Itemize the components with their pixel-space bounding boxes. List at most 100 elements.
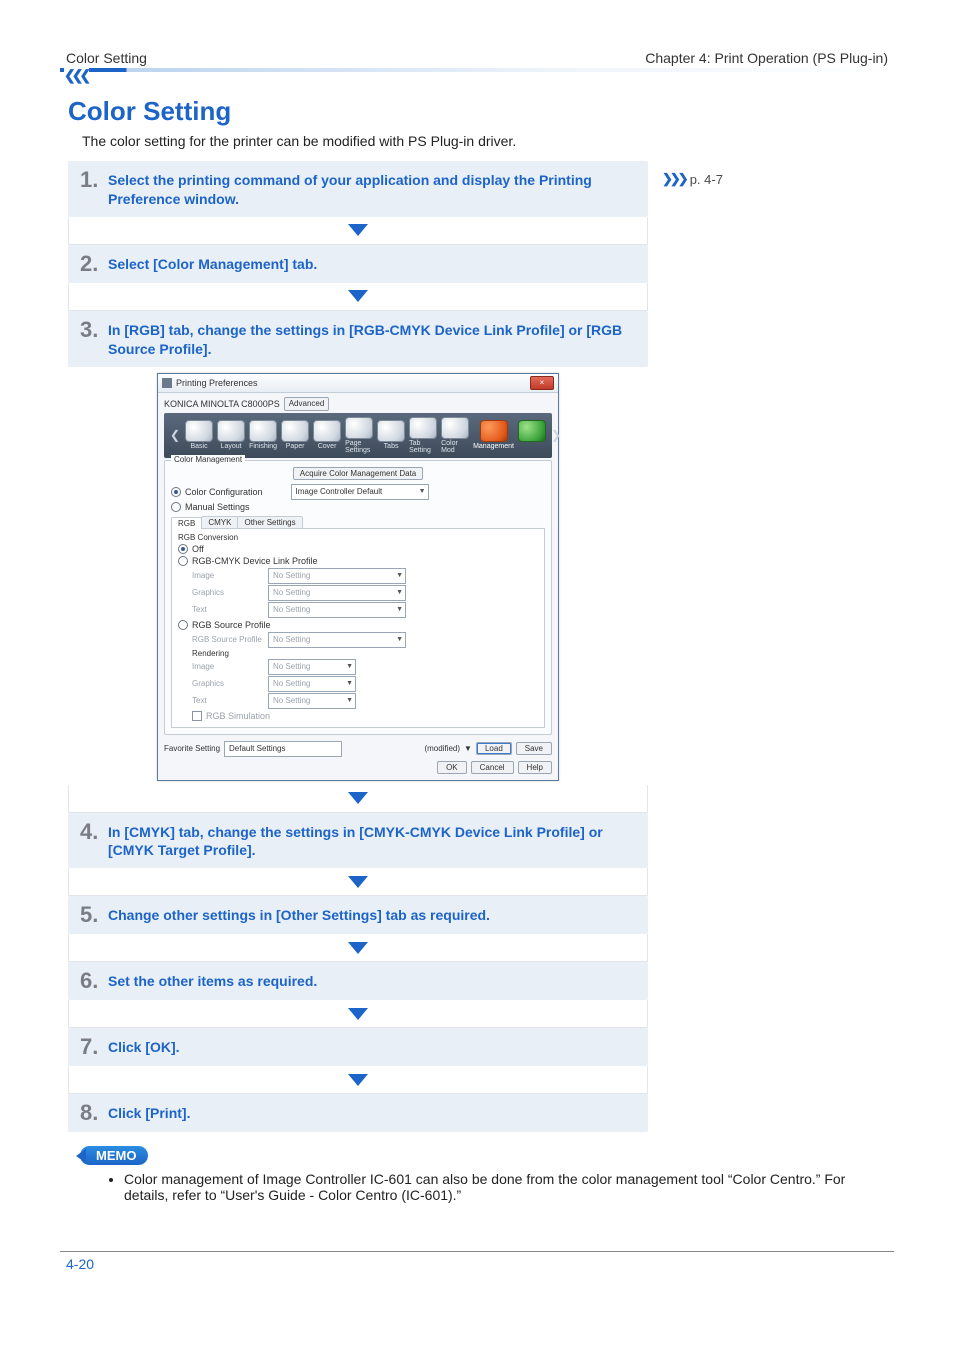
dlp-graphics-label: Graphics [192, 588, 262, 597]
advanced-button[interactable]: Advanced [284, 397, 330, 411]
rgb-src-radio[interactable] [178, 620, 188, 630]
rend-graphics-select[interactable]: No Setting▼ [268, 676, 356, 692]
rgb-dlp-radio[interactable] [178, 556, 188, 566]
step-text: Change other settings in [Other Settings… [108, 904, 636, 925]
step-text: Click [Print]. [108, 1102, 636, 1123]
page-settings-icon [345, 417, 373, 439]
rgb-simulation-checkbox[interactable] [192, 711, 202, 721]
reference-label: p. 4-7 [690, 172, 723, 187]
rgb-off-label: Off [192, 544, 204, 554]
finishing-icon [249, 420, 277, 442]
header-rule: ❮❮❮ [60, 68, 894, 78]
rend-text-select[interactable]: No Setting▼ [268, 693, 356, 709]
printing-preferences-dialog: Printing Preferences × KONICA MINOLTA C8… [157, 373, 559, 781]
src-profile-select[interactable]: No Setting▼ [268, 632, 406, 648]
tab-color-management[interactable]: Management [472, 420, 515, 450]
step-5: 5. Change other settings in [Other Setti… [68, 896, 648, 934]
tab-color-mod[interactable]: Color Mod [440, 417, 470, 454]
down-arrow-icon [348, 792, 368, 804]
step-separator [68, 868, 648, 896]
manual-settings-label: Manual Settings [185, 502, 250, 512]
dialog-title: Printing Preferences [176, 378, 258, 388]
step-number: 6. [80, 970, 108, 992]
step-number: 8. [80, 1102, 108, 1124]
header-right: Chapter 4: Print Operation (PS Plug-in) [645, 50, 888, 66]
step-separator [68, 934, 648, 962]
favorite-setting-select[interactable]: Default Settings [224, 741, 342, 757]
down-arrow-icon [348, 290, 368, 302]
subtab-cmyk[interactable]: CMYK [201, 516, 238, 528]
chevron-down-icon: ▼ [419, 488, 426, 495]
tab-page-settings[interactable]: Page Settings [344, 417, 374, 454]
tabs-icon [377, 420, 405, 442]
step-2: 2. Select [Color Management] tab. [68, 245, 648, 283]
manual-settings-radio[interactable] [171, 502, 181, 512]
rend-image-label: Image [192, 662, 262, 671]
rgb-simulation-label: RGB Simulation [206, 711, 270, 721]
rend-image-select[interactable]: No Setting▼ [268, 659, 356, 675]
rend-graphics-label: Graphics [192, 679, 262, 688]
step-text: In [CMYK] tab, change the settings in [C… [108, 821, 636, 861]
color-configuration-radio[interactable] [171, 487, 181, 497]
favorite-save-button[interactable]: Save [516, 742, 552, 755]
intro-text: The color setting for the printer can be… [82, 133, 894, 149]
memo-item: Color management of Image Controller IC-… [124, 1171, 864, 1203]
favorite-modified-indicator: (modified) [424, 744, 460, 753]
subtab-rgb[interactable]: RGB [171, 517, 202, 529]
step-separator [68, 1000, 648, 1028]
tab-finishing[interactable]: Finishing [248, 420, 278, 450]
rail-scroll-left-icon[interactable]: ❮ [168, 428, 182, 442]
help-button[interactable]: Help [518, 761, 552, 774]
rail-scroll-right-icon[interactable]: ❯ [549, 428, 563, 442]
rgb-off-radio[interactable] [178, 544, 188, 554]
cross-reference-link[interactable]: ❯❯❯ p. 4-7 [662, 161, 723, 187]
tab-basic[interactable]: Basic [184, 420, 214, 450]
dlp-image-label: Image [192, 571, 262, 580]
favorite-load-button[interactable]: Load [476, 742, 512, 755]
rendering-label: Rendering [192, 649, 262, 658]
favorite-setting-label: Favorite Setting [164, 744, 220, 753]
ok-button[interactable]: OK [437, 761, 467, 774]
step-8: 8. Click [Print]. [68, 1094, 648, 1132]
rgb-src-label: RGB Source Profile [192, 620, 271, 630]
down-arrow-icon [348, 1074, 368, 1086]
close-button[interactable]: × [530, 376, 554, 390]
step-number: 5. [80, 904, 108, 926]
tab-layout[interactable]: Layout [216, 420, 246, 450]
cancel-button[interactable]: Cancel [471, 761, 514, 774]
dlp-text-select[interactable]: No Setting▼ [268, 602, 406, 618]
src-profile-label: RGB Source Profile [192, 635, 262, 644]
step-text: Click [OK]. [108, 1036, 636, 1057]
rend-text-label: Text [192, 696, 262, 705]
tab-setting-icon [409, 417, 437, 439]
subtab-other[interactable]: Other Settings [237, 516, 302, 528]
step-number: 1. [80, 169, 108, 191]
layout-icon [217, 420, 245, 442]
down-arrow-icon [348, 942, 368, 954]
step-text: Select [Color Management] tab. [108, 253, 636, 274]
step-number: 4. [80, 821, 108, 843]
chevron-down-icon: ▼ [464, 744, 472, 753]
step-separator [68, 217, 648, 245]
step-7: 7. Click [OK]. [68, 1028, 648, 1066]
tab-cover[interactable]: Cover [312, 420, 342, 450]
color-management-icon [480, 420, 508, 442]
acquire-color-data-button[interactable]: Acquire Color Management Data [293, 467, 424, 480]
step-number: 2. [80, 253, 108, 275]
tab-tabs[interactable]: Tabs [376, 420, 406, 450]
rgb-dlp-label: RGB-CMYK Device Link Profile [192, 556, 318, 566]
memo-list: Color management of Image Controller IC-… [124, 1171, 864, 1203]
step-3: 3. In [RGB] tab, change the settings in … [68, 311, 648, 367]
cover-icon [313, 420, 341, 442]
color-mod-icon [441, 417, 469, 439]
tab-tab-setting[interactable]: Tab Setting [408, 417, 438, 454]
tab-paper[interactable]: Paper [280, 420, 310, 450]
step-number: 3. [80, 319, 108, 341]
step-text: Select the printing command of your appl… [108, 169, 636, 209]
dlp-graphics-select[interactable]: No Setting▼ [268, 585, 406, 601]
color-configuration-select[interactable]: Image Controller Default▼ [291, 484, 429, 500]
dlp-image-select[interactable]: No Setting▼ [268, 568, 406, 584]
down-arrow-icon [348, 876, 368, 888]
tab-next[interactable] [517, 420, 547, 450]
step-separator [68, 283, 648, 311]
